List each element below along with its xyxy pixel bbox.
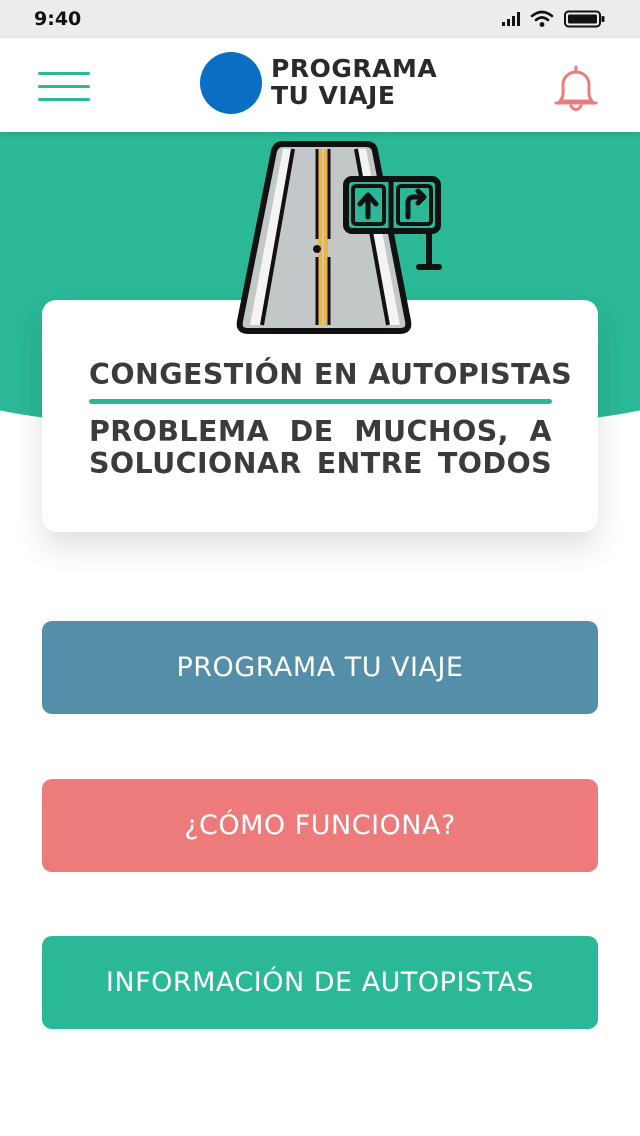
- hamburger-menu-icon[interactable]: [38, 72, 90, 104]
- bell-icon[interactable]: [552, 63, 600, 115]
- highway-road-sign-icon: [236, 141, 442, 334]
- highway-info-button[interactable]: INFORMACIÓN DE AUTOPISTAS: [42, 936, 598, 1029]
- app-screen: 9:40 PROGRAMA TU VIAJE CONGESTIÓN EN AUT…: [0, 0, 640, 1136]
- app-title-line2: TU VIAJE: [271, 81, 396, 110]
- logo-icon: [200, 52, 262, 114]
- app-title: PROGRAMA TU VIAJE: [271, 55, 437, 109]
- status-icons: [502, 10, 606, 28]
- app-header: PROGRAMA TU VIAJE: [0, 38, 640, 132]
- wifi-icon: [530, 10, 554, 27]
- card-title: CONGESTIÓN EN AUTOPISTAS: [89, 358, 573, 391]
- battery-icon: [564, 10, 605, 28]
- card-divider: [89, 399, 552, 404]
- app-title-line1: PROGRAMA: [271, 54, 438, 83]
- plan-trip-button[interactable]: PROGRAMA TU VIAJE: [42, 621, 598, 714]
- how-it-works-button[interactable]: ¿CÓMO FUNCIONA?: [42, 779, 598, 872]
- status-time: 9:40: [34, 8, 82, 30]
- cellular-signal-icon: [502, 12, 520, 26]
- card-subtitle: PROBLEMA DE MUCHOS, A SOLUCIONAR ENTRE T…: [89, 415, 552, 480]
- status-bar: 9:40: [0, 0, 640, 38]
